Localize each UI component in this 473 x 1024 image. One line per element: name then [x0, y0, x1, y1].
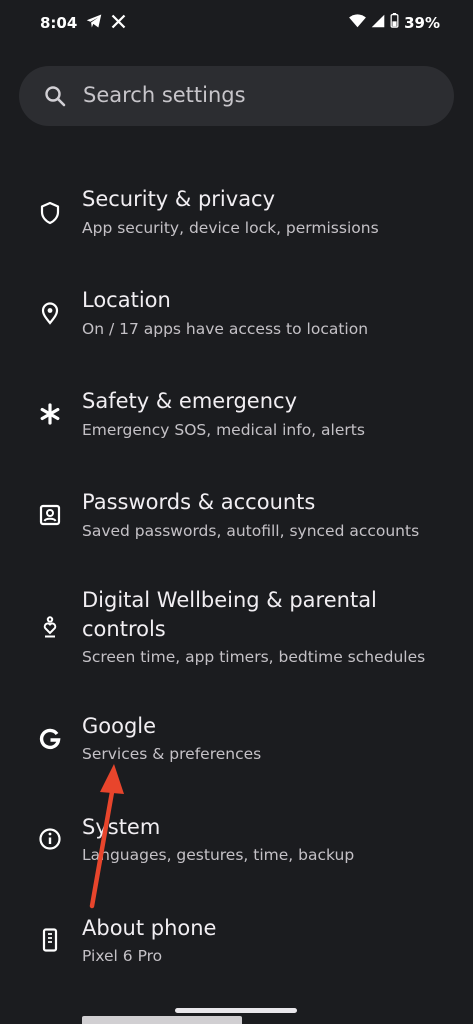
item-subtitle: Languages, gestures, time, backup — [82, 846, 355, 864]
search-bar[interactable]: Search settings — [19, 66, 454, 126]
settings-item-partial[interactable] — [0, 1012, 473, 1024]
item-title: About phone — [82, 916, 217, 940]
battery-percent: 39% — [404, 13, 440, 32]
settings-item-passwords-accounts[interactable]: Passwords & accounts Saved passwords, au… — [0, 478, 473, 558]
status-bar: 8:04 39% — [0, 0, 473, 46]
battery-icon — [390, 13, 399, 32]
item-subtitle: Pixel 6 Pro — [82, 947, 163, 965]
item-title: Location — [82, 288, 171, 312]
item-title: Google — [82, 714, 157, 738]
item-subtitle: On / 17 apps have access to location — [82, 320, 369, 338]
info-icon — [36, 825, 64, 853]
settings-item-location[interactable]: Location On / 17 apps have access to loc… — [0, 276, 473, 356]
settings-item-system[interactable]: System Languages, gestures, time, backup — [0, 803, 473, 883]
item-title: Safety & emergency — [82, 389, 297, 413]
item-subtitle: Saved passwords, autofill, synced accoun… — [82, 522, 420, 540]
gesture-nav-handle[interactable] — [175, 1008, 297, 1013]
item-subtitle: App security, device lock, permissions — [82, 219, 379, 237]
asterisk-icon — [36, 400, 64, 428]
settings-item-safety-emergency[interactable]: Safety & emergency Emergency SOS, medica… — [0, 377, 473, 457]
item-subtitle: Services & preferences — [82, 745, 262, 763]
item-title: Passwords & accounts — [82, 490, 316, 514]
item-subtitle: Emergency SOS, medical info, alerts — [82, 421, 365, 439]
telegram-icon — [85, 13, 103, 33]
item-title: Security & privacy — [82, 187, 276, 211]
item-subtitle: Screen time, app timers, bedtime schedul… — [82, 648, 426, 666]
search-placeholder: Search settings — [83, 83, 246, 107]
location-pin-icon — [36, 299, 64, 327]
settings-item-google[interactable]: Google Services & preferences — [0, 702, 473, 782]
settings-item-about-phone[interactable]: About phone Pixel 6 Pro — [0, 904, 473, 984]
signal-icon — [371, 14, 385, 32]
search-icon — [43, 84, 67, 108]
settings-item-security-privacy[interactable]: Security & privacy App security, device … — [0, 175, 473, 255]
x-icon — [111, 14, 126, 33]
shield-icon — [36, 199, 64, 227]
google-g-icon — [36, 725, 64, 753]
account-box-icon — [36, 501, 64, 529]
settings-item-digital-wellbeing[interactable]: Digital Wellbeing & parental controls Sc… — [0, 578, 473, 688]
wellbeing-icon — [36, 613, 64, 641]
item-title-line2: controls — [82, 617, 166, 641]
wifi-icon — [349, 13, 366, 32]
phone-icon — [36, 926, 64, 954]
item-title: Digital Wellbeing & parental — [82, 588, 377, 612]
status-time: 8:04 — [40, 14, 78, 32]
partial-title-fragment — [82, 1016, 242, 1024]
item-title: System — [82, 815, 161, 839]
